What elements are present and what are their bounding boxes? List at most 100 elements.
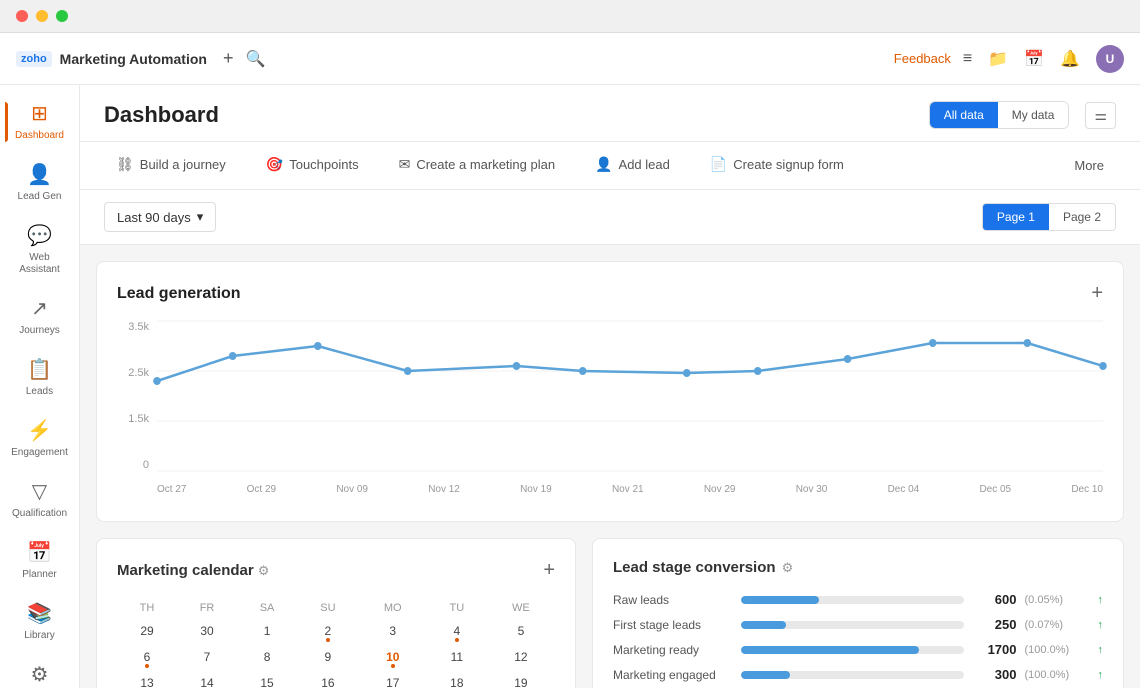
x-label-nov21: Nov 21 xyxy=(612,484,644,495)
sidebar-item-dashboard[interactable]: ⊞ Dashboard xyxy=(5,93,75,150)
calendar-icon[interactable]: 📅 xyxy=(1024,49,1044,69)
signup-form-icon: 📄 xyxy=(710,156,727,173)
stage-count-first: 250 xyxy=(972,617,1017,632)
settings-icon: ⚙ xyxy=(31,662,49,687)
stage-pct-engaged: (100.0%) xyxy=(1025,669,1090,681)
cal-cell-today[interactable]: 10 xyxy=(359,644,427,670)
stage-pct-raw: (0.05%) xyxy=(1025,594,1090,606)
tab-add-lead[interactable]: 👤 Add lead xyxy=(575,142,690,189)
cal-cell[interactable]: 3 xyxy=(359,618,427,644)
qualification-icon: ▽ xyxy=(32,479,47,504)
chart-container: 3.5k 2.5k 1.5k 0 xyxy=(117,321,1103,501)
stage-bar-fill-engaged xyxy=(741,671,790,679)
cal-week-1: 29 30 1 2 3 4 5 xyxy=(117,618,555,644)
stage-trend-engaged: ↑ xyxy=(1098,669,1104,681)
planner-icon: 📅 xyxy=(27,540,52,565)
sidebar-item-lead-gen[interactable]: 👤 Lead Gen xyxy=(5,154,75,211)
stage-row-first-stage: First stage leads 250 (0.07%) ↑ xyxy=(613,617,1103,632)
stage-settings-icon[interactable]: ⚙ xyxy=(782,560,794,576)
cal-cell[interactable]: 11 xyxy=(427,644,487,670)
tab-more[interactable]: More xyxy=(1054,144,1124,187)
app-title: Marketing Automation xyxy=(60,51,207,67)
sidebar-item-library[interactable]: 📚 Library xyxy=(5,593,75,650)
cal-cell-dot[interactable]: 4 xyxy=(427,618,487,644)
cal-cell[interactable]: 29 xyxy=(117,618,177,644)
cal-cell[interactable]: 13 xyxy=(117,670,177,688)
tab-build-journey[interactable]: ⛓ Build a journey xyxy=(96,142,246,189)
tab-create-marketing-plan[interactable]: ✉ Create a marketing plan xyxy=(379,142,575,189)
leads-icon: 📋 xyxy=(27,357,52,382)
y-label-3500: 3.5k xyxy=(128,321,149,333)
chart-y-axis: 3.5k 2.5k 1.5k 0 xyxy=(117,321,157,471)
sidebar-item-web-assistant[interactable]: 💬 Web Assistant xyxy=(5,215,75,284)
cal-week-3: 13 14 15 16 17 18 19 xyxy=(117,670,555,688)
stage-bar-fill-first xyxy=(741,621,786,629)
add-lead-icon: 👤 xyxy=(595,156,612,173)
cal-cell[interactable]: 9 xyxy=(297,644,359,670)
sidebar-label-engagement: Engagement xyxy=(11,447,68,459)
cal-cell[interactable]: 5 xyxy=(487,618,555,644)
chart-toggle-button[interactable]: ⚌ xyxy=(1085,102,1116,129)
dashboard-icon: ⊞ xyxy=(31,101,48,126)
sidebar-item-leads[interactable]: 📋 Leads xyxy=(5,349,75,406)
x-label-nov12: Nov 12 xyxy=(428,484,460,495)
cal-cell[interactable]: 12 xyxy=(487,644,555,670)
add-button[interactable]: + xyxy=(223,48,234,69)
stage-label-raw: Raw leads xyxy=(613,593,733,607)
lead-generation-section: Lead generation + 3.5k 2.5k 1.5k 0 xyxy=(96,261,1124,522)
cal-cell[interactable]: 30 xyxy=(177,618,237,644)
sidebar-item-qualification[interactable]: ▽ Qualification xyxy=(5,471,75,528)
web-assistant-icon: 💬 xyxy=(27,223,52,248)
cal-cell-dot[interactable]: 6 xyxy=(117,644,177,670)
sidebar-label-qualification: Qualification xyxy=(12,508,67,520)
date-filter-dropdown[interactable]: Last 90 days ▾ xyxy=(104,202,216,232)
sidebar-label-planner: Planner xyxy=(22,569,56,581)
cal-cell[interactable]: 19 xyxy=(487,670,555,688)
avatar[interactable]: U xyxy=(1096,45,1124,73)
sidebar-label-dashboard: Dashboard xyxy=(15,130,64,142)
maximize-btn[interactable] xyxy=(56,10,68,22)
cal-cell[interactable]: 1 xyxy=(237,618,297,644)
sidebar: ⊞ Dashboard 👤 Lead Gen 💬 Web Assistant ↗… xyxy=(0,85,80,688)
calendar-settings-icon[interactable]: ⚙ xyxy=(258,563,270,579)
sidebar-label-library: Library xyxy=(24,630,55,642)
all-data-button[interactable]: All data xyxy=(930,102,998,128)
minimize-btn[interactable] xyxy=(36,10,48,22)
bell-icon[interactable]: 🔔 xyxy=(1060,49,1080,69)
chart-add-button[interactable]: + xyxy=(1091,282,1103,305)
build-journey-icon: ⛓ xyxy=(116,156,134,173)
my-data-button[interactable]: My data xyxy=(998,102,1069,128)
calendar-table: TH FR SA SU MO TU WE 29 30 xyxy=(117,598,555,688)
cal-week-2: 6 7 8 9 10 11 12 xyxy=(117,644,555,670)
cal-cell[interactable]: 7 xyxy=(177,644,237,670)
sidebar-item-settings[interactable]: ⚙ Settings xyxy=(5,654,75,688)
tab-signup-form-label: Create signup form xyxy=(733,157,844,172)
y-label-2500: 2.5k xyxy=(128,367,149,379)
page2-button[interactable]: Page 2 xyxy=(1049,204,1115,230)
sidebar-item-journeys[interactable]: ↗ Journeys xyxy=(5,288,75,345)
calendar-add-button[interactable]: + xyxy=(543,559,555,582)
cal-cell[interactable]: 8 xyxy=(237,644,297,670)
tab-create-signup-form[interactable]: 📄 Create signup form xyxy=(690,142,864,189)
chart-svg-area xyxy=(157,321,1103,471)
stage-row-raw-leads: Raw leads 600 (0.05%) ↑ xyxy=(613,592,1103,607)
cal-cell[interactable]: 14 xyxy=(177,670,237,688)
list-icon[interactable]: ≡ xyxy=(963,50,972,68)
feedback-link[interactable]: Feedback xyxy=(894,51,951,66)
cal-cell[interactable]: 15 xyxy=(237,670,297,688)
cal-cell[interactable]: 16 xyxy=(297,670,359,688)
tab-touchpoints[interactable]: 🎯 Touchpoints xyxy=(246,142,379,189)
cal-cell-dot[interactable]: 17 xyxy=(359,670,427,688)
x-label-nov29: Nov 29 xyxy=(704,484,736,495)
folder-icon[interactable]: 📁 xyxy=(988,49,1008,69)
cal-cell[interactable]: 18 xyxy=(427,670,487,688)
sidebar-item-engagement[interactable]: ⚡ Engagement xyxy=(5,410,75,467)
search-icon[interactable]: 🔍 xyxy=(245,49,265,69)
cal-cell-dot[interactable]: 2 xyxy=(297,618,359,644)
lead-gen-icon: 👤 xyxy=(27,162,52,187)
close-btn[interactable] xyxy=(16,10,28,22)
x-label-oct29: Oct 29 xyxy=(247,484,276,495)
sidebar-item-planner[interactable]: 📅 Planner xyxy=(5,532,75,589)
page1-button[interactable]: Page 1 xyxy=(983,204,1049,230)
stage-row-marketing-engaged: Marketing engaged 300 (100.0%) ↑ xyxy=(613,667,1103,682)
